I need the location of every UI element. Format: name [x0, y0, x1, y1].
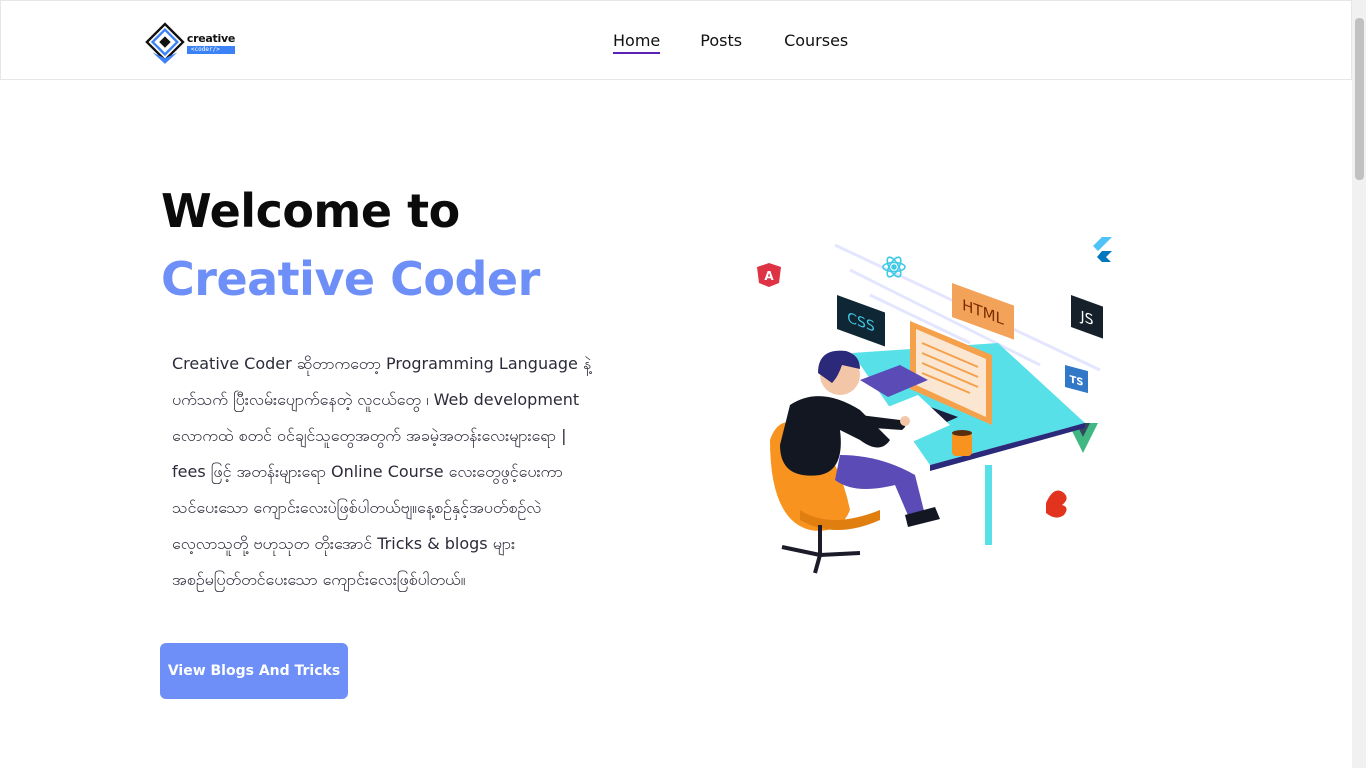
description-line: ပက်သက် ပြီးလမ်းပျောက်နေတဲ့ လူငယ်တွေ ၊ We… [172, 390, 580, 409]
hero-illustration: A CSS HTML JS TS [757, 237, 1112, 574]
description-line: သင်ပေးသော ကျောင်းလေးပဲဖြစ်ပါတယ်ဗျ။နေ့စဉ်… [172, 498, 542, 517]
page-scrollbar[interactable] [1352, 0, 1366, 768]
description-line: လောကထဲ စတင် ဝင်ချင်သူတွေအတွက် အခမဲ့အတန်း… [172, 426, 567, 445]
scrollbar-thumb[interactable] [1355, 18, 1364, 180]
description-line: လေ့လာသူတို့ ဗဟုသုတ တိုးအောင် Tricks & bl… [172, 534, 516, 553]
angular-icon: A [757, 263, 781, 287]
nav-posts-link[interactable]: Posts [700, 31, 742, 54]
css-badge: CSS [837, 295, 885, 347]
logo-diamond-icon [145, 22, 185, 64]
ts-badge: TS [1065, 365, 1088, 394]
description-line: Creative Coder ဆိုတာကတော့ Programming La… [172, 354, 592, 373]
site-logo[interactable]: creative <coder/> [145, 21, 235, 65]
main-nav: Home Posts Courses [613, 31, 848, 54]
logo-subtag: <coder/> [186, 45, 235, 54]
js-badge: JS [1071, 295, 1103, 339]
logo-wordmark: creative [186, 31, 235, 45]
hero-description: Creative Coder ဆိုတာကတော့ Programming La… [172, 346, 642, 598]
description-line: fees ဖြင့် အတန်းများရော Online Course လေ… [172, 462, 563, 481]
svg-text:A: A [764, 269, 774, 283]
html-badge: HTML [952, 283, 1014, 340]
hero-title-line1: Welcome to [161, 184, 460, 238]
top-navbar: creative <coder/> Home Posts Courses [0, 0, 1352, 80]
hero-title-line2: Creative Coder [161, 252, 540, 306]
nav-courses-link[interactable]: Courses [784, 31, 848, 54]
desk-leg [985, 465, 992, 545]
svelte-icon [1046, 490, 1067, 518]
view-blogs-button[interactable]: View Blogs And Tricks [160, 643, 348, 699]
description-line: အစဉ်မပြတ်တင်ပေးသော ကျောင်းလေးဖြစ်ပါတယ်။ [172, 570, 466, 589]
chair-base [781, 525, 861, 574]
flutter-icon [1093, 237, 1112, 262]
nav-home-link[interactable]: Home [613, 31, 661, 54]
